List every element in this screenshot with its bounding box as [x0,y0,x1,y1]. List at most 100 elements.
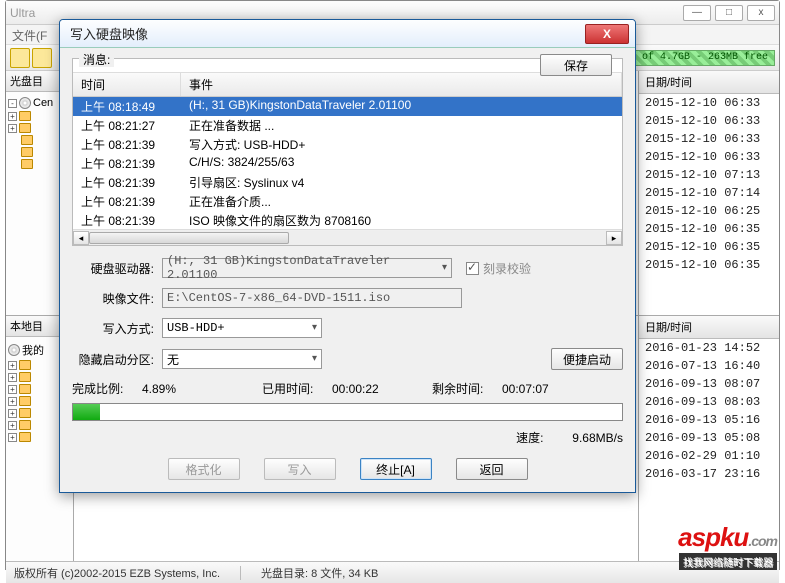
speed-value: 9.68MB/s [572,431,623,445]
date-item[interactable]: 2016-02-29 01:10 [639,447,779,465]
drive-dropdown[interactable]: (H:, 31 GB)KingstonDataTraveler 2.01100 [162,258,452,278]
dialog-close-button[interactable]: X [585,24,629,44]
date-item[interactable]: 2015-12-10 07:14 [639,184,779,202]
expand-icon[interactable]: + [8,124,17,133]
format-button: 格式化 [168,458,240,480]
status-bar: 版权所有 (c)2002-2015 EZB Systems, Inc. 光盘目录… [6,561,779,583]
expand-icon[interactable]: + [8,421,17,430]
expand-icon[interactable]: + [8,433,17,442]
folder-icon [19,384,31,394]
date-item[interactable]: 2016-09-13 05:16 [639,411,779,429]
message-row[interactable]: 上午 08:21:39写入方式: USB-HDD+ [73,135,622,154]
event-time: 上午 08:21:39 [81,193,189,210]
expand-icon[interactable]: + [8,397,17,406]
disk-space-gauge: of 4.7GB - 263MB free [635,50,775,66]
verify-checkbox[interactable] [466,262,479,275]
maximize-button[interactable]: □ [715,5,743,21]
folder-icon [19,408,31,418]
message-row[interactable]: 上午 08:21:39ISO 映像文件的扇区数为 8708160 [73,211,622,229]
event-text: ISO 映像文件的扇区数为 8708160 [189,212,614,229]
col-time[interactable]: 时间 [73,73,181,96]
disc-icon [19,97,31,109]
hidden-partition-dropdown[interactable]: 无 [162,349,322,369]
event-time: 上午 08:18:49 [81,98,189,115]
status-disc-info: 光盘目录: 8 文件, 34 KB [261,565,378,581]
dialog-title: 写入硬盘映像 [70,24,585,43]
verify-label: 刻录校验 [483,260,531,277]
expand-icon[interactable]: + [8,385,17,394]
write-button: 写入 [264,458,336,480]
scroll-thumb[interactable] [89,232,289,244]
write-disk-image-dialog: 写入硬盘映像 X 消息: 保存 时间 事件 上午 08:18:49(H:, 31… [59,19,636,493]
close-button[interactable]: x [747,5,775,21]
date-header[interactable]: 日期/时间 [639,71,779,94]
folder-icon [21,159,33,169]
message-row[interactable]: 上午 08:21:27正在准备数据 ... [73,116,622,135]
expand-icon[interactable]: + [8,112,17,121]
col-event[interactable]: 事件 [181,73,622,96]
date-header[interactable]: 日期/时间 [639,316,779,339]
watermark: aspku.com 找我网络随时下载器 [678,522,777,570]
expand-icon[interactable]: + [8,409,17,418]
message-legend: 消息: [79,53,114,67]
date-item[interactable]: 2016-01-23 14:52 [639,339,779,357]
expand-icon[interactable]: - [8,99,17,108]
toolbar-open-icon[interactable] [32,48,52,68]
progress-fill [73,404,100,420]
menu-file[interactable]: 文件(F [12,29,47,43]
progress-bar [72,403,623,421]
message-header: 时间 事件 [73,72,622,97]
horizontal-scrollbar[interactable]: ◂ ▸ [73,229,622,245]
pct-label: 完成比例: [72,380,142,397]
computer-icon [8,344,20,356]
save-button[interactable]: 保存 [540,54,612,76]
date-item[interactable]: 2015-12-10 06:33 [639,94,779,112]
scroll-right-icon[interactable]: ▸ [606,231,622,245]
date-item[interactable]: 2016-03-17 23:16 [639,465,779,483]
date-item[interactable]: 2015-12-10 06:35 [639,220,779,238]
folder-icon [21,147,33,157]
hidden-label: 隐藏启动分区: [72,351,162,368]
write-method-dropdown[interactable]: USB-HDD+ [162,318,322,338]
folder-icon [19,111,31,121]
event-text: C/H/S: 3824/255/63 [189,155,614,172]
message-row[interactable]: 上午 08:18:49(H:, 31 GB)KingstonDataTravel… [73,97,622,116]
message-box: 消息: 保存 时间 事件 上午 08:18:49(H:, 31 GB)Kings… [72,58,623,246]
event-time: 上午 08:21:27 [81,117,189,134]
message-row[interactable]: 上午 08:21:39C/H/S: 3824/255/63 [73,154,622,173]
minimize-button[interactable]: — [683,5,711,21]
date-item[interactable]: 2016-07-13 16:40 [639,357,779,375]
date-item[interactable]: 2016-09-13 08:07 [639,375,779,393]
message-row[interactable]: 上午 08:21:39正在准备介质... [73,192,622,211]
back-button[interactable]: 返回 [456,458,528,480]
image-file-field[interactable]: E:\CentOS-7-x86_64-DVD-1511.iso [162,288,462,308]
message-rows[interactable]: 上午 08:18:49(H:, 31 GB)KingstonDataTravel… [73,97,622,229]
date-item[interactable]: 2015-12-10 06:33 [639,130,779,148]
date-item[interactable]: 2015-12-10 06:25 [639,202,779,220]
event-text: 正在准备数据 ... [189,117,614,134]
date-item[interactable]: 2015-12-10 06:35 [639,256,779,274]
expand-icon[interactable]: + [8,373,17,382]
date-item[interactable]: 2015-12-10 06:33 [639,148,779,166]
date-item[interactable]: 2015-12-10 07:13 [639,166,779,184]
toolbar-new-icon[interactable] [10,48,30,68]
date-item[interactable]: 2016-09-13 08:03 [639,393,779,411]
folder-icon [19,432,31,442]
expand-icon[interactable]: + [8,361,17,370]
portable-boot-button[interactable]: 便捷启动 [551,348,623,370]
abort-button[interactable]: 终止[A] [360,458,432,480]
folder-icon [19,360,31,370]
date-item[interactable]: 2016-09-13 05:08 [639,429,779,447]
date-column-top: 日期/时间 2015-12-10 06:332015-12-10 06:3320… [639,71,779,315]
status-copyright: 版权所有 (c)2002-2015 EZB Systems, Inc. [14,565,220,581]
scroll-left-icon[interactable]: ◂ [73,231,89,245]
date-item[interactable]: 2015-12-10 06:33 [639,112,779,130]
date-item[interactable]: 2015-12-10 06:35 [639,238,779,256]
message-row[interactable]: 上午 08:21:39引导扇区: Syslinux v4 [73,173,622,192]
dialog-titlebar[interactable]: 写入硬盘映像 X [60,20,635,48]
elapsed-value: 00:00:22 [332,382,412,396]
speed-label: 速度: [516,431,543,445]
method-label: 写入方式: [72,320,162,337]
folder-icon [19,396,31,406]
remain-value: 00:07:07 [502,382,582,396]
